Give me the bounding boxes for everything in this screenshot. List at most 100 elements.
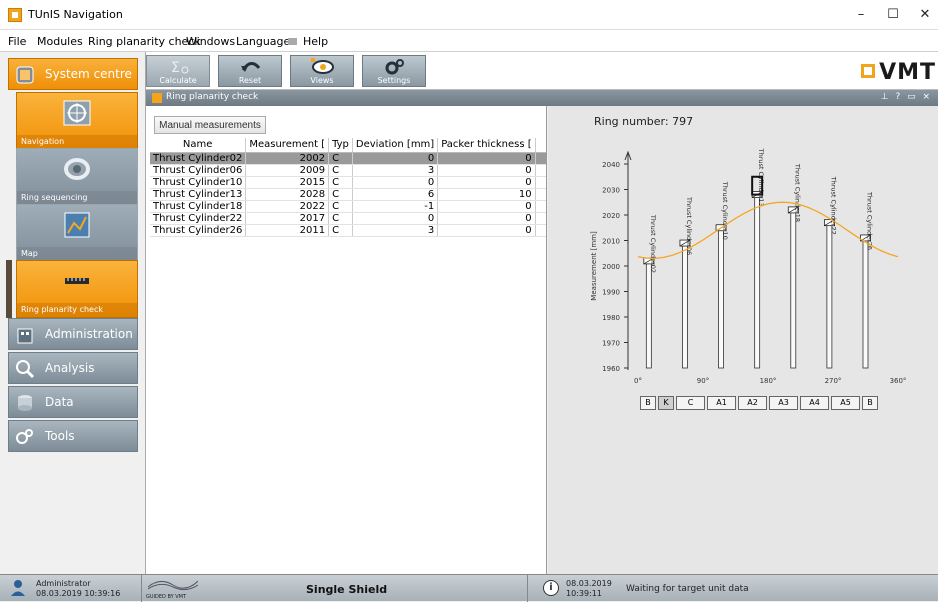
window-titlebar: TUnIS Navigation – ☐ ✕ — [0, 0, 938, 30]
category-administration[interactable]: Administration — [8, 318, 138, 350]
undo-arrow-icon — [241, 62, 261, 72]
menu-help[interactable]: Help — [303, 35, 328, 48]
y-tick-label: 2010 — [602, 238, 620, 246]
category-data-management[interactable]: Data management — [8, 386, 138, 439]
y-tick-label: 1970 — [602, 340, 620, 348]
cylinder-bar — [862, 237, 869, 369]
x-tick-label: 90° — [697, 377, 709, 385]
y-tick-label: 2030 — [602, 187, 620, 195]
table-row[interactable]: Thrust Cylinder26 2011 C 3 0 — [150, 224, 546, 237]
table-cell: 2009 — [245, 164, 330, 177]
brand-wave-icon — [148, 580, 198, 591]
category-analysis[interactable]: Analysis — [8, 352, 138, 384]
manual-measurements-button[interactable]: Manual measurements — [154, 116, 266, 134]
y-tick-label: 2020 — [602, 212, 620, 220]
info-icon[interactable]: i — [543, 580, 559, 596]
y-axis-label: Measurement [mm] — [590, 231, 598, 301]
cylinder-bar — [790, 209, 797, 369]
cylinder-label: Thrust Cylinder18 — [793, 163, 801, 222]
menu-file[interactable]: File — [8, 35, 26, 48]
cylinder-bar — [718, 227, 724, 369]
column-header-measurement[interactable]: Measurement [ — [245, 138, 330, 153]
x-tick-label: 270° — [825, 377, 842, 385]
nav-item-ring-sequencing[interactable]: Ring sequencing — [16, 148, 138, 206]
user-section[interactable]: Administrator 08.03.2019 10:39:16 — [0, 575, 142, 602]
reset-button[interactable]: Reset — [218, 55, 282, 87]
vmt-logo: VMT — [861, 60, 936, 85]
ruler-icon — [65, 278, 89, 284]
sigma-icon: Σ — [171, 60, 189, 76]
column-header-packer-thickness[interactable]: Packer thickness [ — [437, 138, 536, 153]
app-icon — [8, 8, 22, 22]
table-cell: Thrust Cylinder13 — [150, 188, 247, 201]
table-cell: 3 — [352, 164, 439, 177]
menu-modules[interactable]: Modules — [37, 35, 83, 48]
table-row[interactable]: Thrust Cylinder13 2028 C 6 10 — [150, 188, 546, 201]
table-cell-blank — [535, 212, 546, 225]
database-icon — [18, 395, 32, 411]
table-cell: Thrust Cylinder22 — [150, 212, 247, 225]
table-cell: 2015 — [245, 176, 330, 189]
table-cell: Thrust Cylinder02 — [150, 152, 247, 165]
settings-button[interactable]: Settings — [362, 55, 426, 87]
fit-curve — [637, 201, 899, 259]
segment-cell: C — [676, 396, 705, 410]
user-login-time: 08.03.2019 10:39:16 — [36, 589, 121, 598]
building-icon — [17, 328, 33, 344]
minimize-button[interactable]: – — [846, 6, 876, 24]
column-header-typ[interactable]: Typ — [328, 138, 353, 153]
table-cell: Thrust Cylinder06 — [150, 164, 247, 177]
table-cell-blank — [535, 152, 546, 165]
nav-item-label: Navigation — [17, 135, 137, 149]
nav-item-map[interactable]: Map — [16, 204, 138, 262]
table-row[interactable]: Thrust Cylinder02 2002 C 0 0 — [150, 152, 546, 165]
table-cell-blank — [535, 200, 546, 213]
table-cell: 0 — [437, 152, 536, 165]
panel-header: Ring planarity check ⊥ ? ▭ × — [146, 90, 938, 106]
close-button[interactable]: ✕ — [910, 6, 938, 24]
table-cell: 6 — [352, 188, 439, 201]
crosshair-icon — [63, 100, 91, 126]
table-cell: 0 — [437, 176, 536, 189]
table-cell: 2017 — [245, 212, 330, 225]
user-name: Administrator — [36, 579, 91, 588]
column-header-name[interactable]: Name — [150, 138, 247, 153]
menu-ring-planarity-check[interactable]: Ring planarity check — [88, 35, 201, 48]
cylinder-bar — [645, 260, 652, 369]
segment-cell: A2 — [738, 396, 767, 410]
chart-panel: Ring number: 797 1960 1970 1980 1990 2000 201… — [548, 106, 938, 574]
table-row[interactable]: Thrust Cylinder22 2017 C 0 0 — [150, 212, 546, 225]
column-header-deviation[interactable]: Deviation [mm] — [352, 138, 439, 153]
table-cell: C — [328, 176, 353, 189]
table-row[interactable]: Thrust Cylinder10 2015 C 0 0 — [150, 176, 546, 189]
panel-controls[interactable]: ⊥ ? ▭ × — [881, 92, 932, 102]
window-title: TUnIS Navigation — [28, 8, 123, 21]
menu-windows[interactable]: Windows — [186, 35, 235, 48]
table-cell: 0 — [352, 152, 439, 165]
info-time: 10:39:11 — [566, 589, 602, 598]
measurement-chart: 1960 1970 1980 1990 2000 2010 2020 2030 2040 Meas… — [590, 148, 906, 385]
views-button[interactable]: Views — [290, 55, 354, 87]
svg-text:Σ: Σ — [171, 60, 180, 76]
table-cell: 10 — [437, 188, 536, 201]
menu-bar: File Modules Ring planarity check Window… — [0, 30, 938, 52]
cylinder-label: Thrust Cylinder10 — [721, 181, 729, 240]
table-cell: C — [328, 200, 353, 213]
y-tick-label: 1990 — [602, 289, 620, 297]
calculate-button[interactable]: Σ Calculate — [146, 55, 210, 87]
segment-cell: B — [640, 396, 656, 410]
category-tools[interactable]: Tools — [8, 420, 138, 452]
table-cell: Thrust Cylinder10 — [150, 176, 247, 189]
table-row[interactable]: Thrust Cylinder06 2009 C 3 0 — [150, 164, 546, 177]
table-row[interactable]: Thrust Cylinder18 2022 C -1 0 — [150, 200, 546, 213]
table-cell: 0 — [437, 164, 536, 177]
cylinder-bar — [682, 242, 688, 369]
panel-title: Ring planarity check — [166, 92, 259, 102]
category-label: Tools — [45, 429, 75, 443]
maximize-button[interactable]: ☐ — [878, 6, 908, 24]
nav-item-navigation[interactable]: Navigation — [16, 92, 138, 150]
status-message: Waiting for target unit data — [626, 584, 749, 594]
nav-item-ring-planarity-check[interactable]: Ring planarity check — [16, 260, 138, 318]
category-system-centre[interactable]: System centre — [8, 58, 138, 90]
magnifier-icon — [16, 360, 35, 379]
